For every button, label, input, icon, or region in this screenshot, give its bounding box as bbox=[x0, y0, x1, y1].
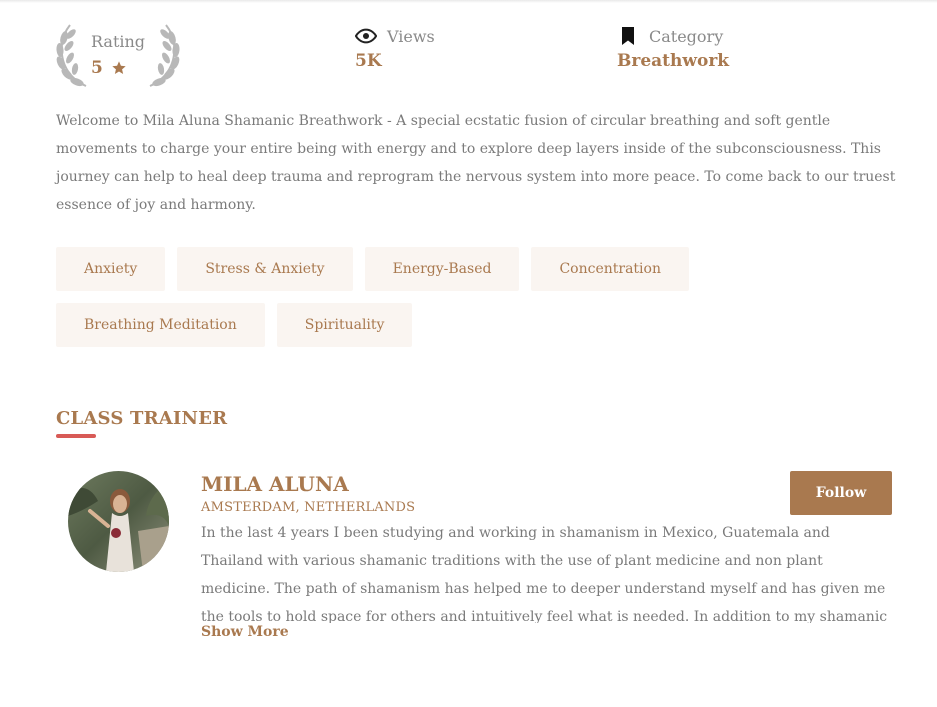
follow-button[interactable]: Follow bbox=[790, 471, 892, 515]
tag-energy-based[interactable]: Energy-Based bbox=[364, 247, 520, 291]
rating-value: 5 bbox=[91, 58, 103, 78]
section-title: CLASS TRAINER bbox=[56, 408, 228, 429]
views-label: Views bbox=[387, 26, 435, 46]
top-divider bbox=[0, 0, 937, 3]
star-icon bbox=[112, 61, 126, 74]
show-more-link[interactable]: Show More bbox=[201, 624, 289, 640]
trainer-bio: In the last 4 years I been studying and … bbox=[201, 525, 888, 623]
rating-label: Rating bbox=[91, 32, 146, 51]
tag-stress-anxiety[interactable]: Stress & Anxiety bbox=[177, 247, 353, 291]
trainer-photo bbox=[68, 471, 169, 572]
trainer-name[interactable]: MILA ALUNA bbox=[201, 472, 349, 496]
laurel-left-icon bbox=[56, 24, 87, 87]
rating-stat: Rating 5 bbox=[56, 22, 180, 88]
tag-concentration[interactable]: Concentration bbox=[531, 247, 689, 291]
tag-spirituality[interactable]: Spirituality bbox=[276, 303, 413, 347]
rating-value-wrap: 5 bbox=[91, 58, 127, 78]
trainer-location: AMSTERDAM, NETHERLANDS bbox=[201, 500, 416, 515]
tag-anxiety[interactable]: Anxiety bbox=[56, 247, 166, 291]
category-label: Category bbox=[649, 26, 724, 46]
views-value: 5K bbox=[355, 51, 382, 71]
section-underline bbox=[56, 434, 96, 438]
views-stat: Views 5K bbox=[355, 24, 435, 71]
laurel-right-icon bbox=[149, 24, 180, 87]
category-value[interactable]: Breathwork bbox=[617, 51, 729, 71]
category-header: Category bbox=[617, 24, 729, 48]
views-header: Views bbox=[355, 24, 435, 48]
tag-breathing-meditation[interactable]: Breathing Meditation bbox=[56, 303, 265, 347]
category-stat: Category Breathwork bbox=[617, 24, 729, 72]
tag-list: Anxiety Stress & Anxiety Energy-Based Co… bbox=[56, 247, 906, 347]
eye-icon bbox=[355, 28, 377, 44]
class-description: Welcome to Mila Aluna Shamanic Breathwor… bbox=[56, 113, 896, 213]
trainer-avatar[interactable] bbox=[68, 471, 169, 572]
bookmark-icon bbox=[622, 27, 634, 45]
